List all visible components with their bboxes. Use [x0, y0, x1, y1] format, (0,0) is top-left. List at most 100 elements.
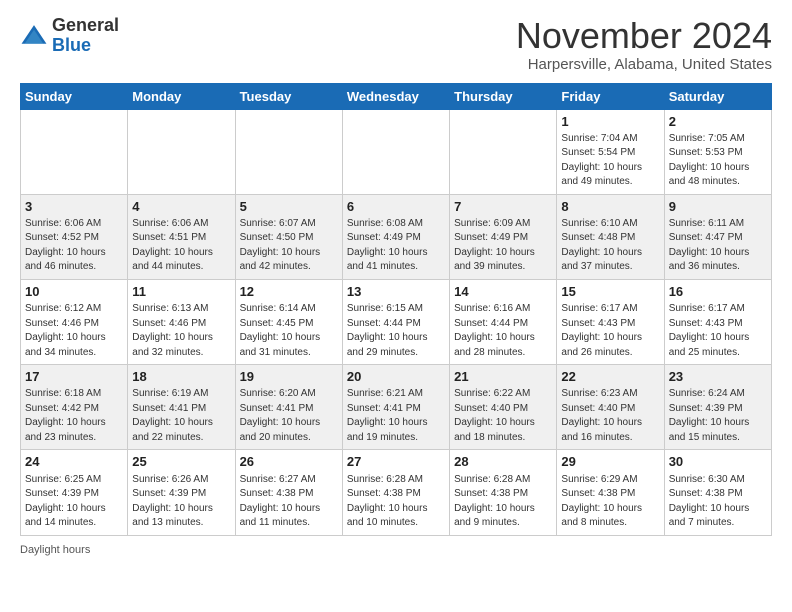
logo-text: General Blue [52, 16, 119, 56]
calendar-table: SundayMondayTuesdayWednesdayThursdayFrid… [20, 83, 772, 536]
calendar-cell: 19Sunrise: 6:20 AMSunset: 4:41 PMDayligh… [235, 365, 342, 450]
day-number: 21 [454, 368, 552, 386]
calendar-header-friday: Friday [557, 83, 664, 109]
day-number: 18 [132, 368, 230, 386]
calendar-cell: 25Sunrise: 6:26 AMSunset: 4:39 PMDayligh… [128, 450, 235, 535]
day-number: 13 [347, 283, 445, 301]
calendar-week-5: 24Sunrise: 6:25 AMSunset: 4:39 PMDayligh… [21, 450, 772, 535]
day-number: 9 [669, 198, 767, 216]
day-info: Sunrise: 6:19 AMSunset: 4:41 PMDaylight:… [132, 387, 230, 445]
calendar-header-tuesday: Tuesday [235, 83, 342, 109]
calendar-week-1: 1Sunrise: 7:04 AMSunset: 5:54 PMDaylight… [21, 109, 772, 194]
calendar-cell: 24Sunrise: 6:25 AMSunset: 4:39 PMDayligh… [21, 450, 128, 535]
calendar-week-2: 3Sunrise: 6:06 AMSunset: 4:52 PMDaylight… [21, 194, 772, 279]
calendar-cell: 30 Sunrise: 6:30 AMSunset: 4:38 PMDayligh… [664, 450, 771, 535]
calendar-cell: 6Sunrise: 6:08 AMSunset: 4:49 PMDaylight… [342, 194, 449, 279]
day-number: 19 [240, 368, 338, 386]
calendar-cell: 1Sunrise: 7:04 AMSunset: 5:54 PMDaylight… [557, 109, 664, 194]
calendar-cell: 9Sunrise: 6:11 AMSunset: 4:47 PMDaylight… [664, 194, 771, 279]
day-info: Sunrise: 6:22 AMSunset: 4:40 PMDaylight:… [454, 387, 552, 445]
day-info: Sunrise: 6:18 AMSunset: 4:42 PMDaylight:… [25, 387, 123, 445]
calendar-cell: 27 Sunrise: 6:28 AMSunset: 4:38 PMDayligh… [342, 450, 449, 535]
page-header: General Blue November 2024 Harpersville,… [20, 16, 772, 73]
day-number: 7 [454, 198, 552, 216]
logo-icon [20, 22, 48, 50]
day-number: 5 [240, 198, 338, 216]
calendar-cell: 5Sunrise: 6:07 AMSunset: 4:50 PMDaylight… [235, 194, 342, 279]
day-info: Sunrise: 6:26 AMSunset: 4:39 PMDaylight:… [132, 473, 230, 531]
calendar-cell: 16Sunrise: 6:17 AMSunset: 4:43 PMDayligh… [664, 279, 771, 364]
day-number: 1 [561, 113, 659, 131]
day-info: Sunrise: 6:29 AMSunset: 4:38 PMDaylight:… [561, 473, 659, 531]
calendar-cell: 28Sunrise: 6:28 AMSunset: 4:38 PMDayligh… [450, 450, 557, 535]
calendar-cell [21, 109, 128, 194]
day-number: 30 [669, 453, 767, 471]
calendar-cell: 8Sunrise: 6:10 AMSunset: 4:48 PMDaylight… [557, 194, 664, 279]
day-number: 2 [669, 113, 767, 131]
calendar-cell [450, 109, 557, 194]
day-info: Sunrise: 6:06 AMSunset: 4:51 PMDaylight:… [132, 217, 230, 275]
day-info: Sunrise: 6:28 AMSunset: 4:38 PMDaylight:… [347, 473, 445, 531]
calendar-cell: 7Sunrise: 6:09 AMSunset: 4:49 PMDaylight… [450, 194, 557, 279]
day-info: Sunrise: 6:17 AMSunset: 4:43 PMDaylight:… [669, 302, 767, 360]
day-info: Sunrise: 7:05 AMSunset: 5:53 PMDaylight:… [669, 132, 767, 190]
day-info: Sunrise: 6:23 AMSunset: 4:40 PMDaylight:… [561, 387, 659, 445]
day-number: 26 [240, 453, 338, 471]
day-info: Sunrise: 6:15 AMSunset: 4:44 PMDaylight:… [347, 302, 445, 360]
day-number: 28 [454, 453, 552, 471]
day-number: 3 [25, 198, 123, 216]
day-info: Sunrise: 6:09 AMSunset: 4:49 PMDaylight:… [454, 217, 552, 275]
calendar-header-monday: Monday [128, 83, 235, 109]
day-number: 27 [347, 453, 445, 471]
logo-general-text: General [52, 16, 119, 36]
calendar-cell: 20Sunrise: 6:21 AMSunset: 4:41 PMDayligh… [342, 365, 449, 450]
day-info: Sunrise: 6:11 AMSunset: 4:47 PMDaylight:… [669, 217, 767, 275]
day-number: 12 [240, 283, 338, 301]
calendar-week-3: 10Sunrise: 6:12 AMSunset: 4:46 PMDayligh… [21, 279, 772, 364]
calendar-cell [342, 109, 449, 194]
day-number: 15 [561, 283, 659, 301]
day-number: 22 [561, 368, 659, 386]
calendar-header-saturday: Saturday [664, 83, 771, 109]
day-number: 16 [669, 283, 767, 301]
location: Harpersville, Alabama, United States [516, 56, 772, 73]
day-info: Sunrise: 6:27 AMSunset: 4:38 PMDaylight:… [240, 473, 338, 531]
day-info: Sunrise: 6:13 AMSunset: 4:46 PMDaylight:… [132, 302, 230, 360]
calendar-cell: 12Sunrise: 6:14 AMSunset: 4:45 PMDayligh… [235, 279, 342, 364]
month-title: November 2024 [516, 16, 772, 56]
day-info: Sunrise: 6:12 AMSunset: 4:46 PMDaylight:… [25, 302, 123, 360]
day-number: 24 [25, 453, 123, 471]
calendar-cell: 2Sunrise: 7:05 AMSunset: 5:53 PMDaylight… [664, 109, 771, 194]
day-info: Sunrise: 6:07 AMSunset: 4:50 PMDaylight:… [240, 217, 338, 275]
logo-blue-text: Blue [52, 36, 119, 56]
day-info: Sunrise: 6:21 AMSunset: 4:41 PMDaylight:… [347, 387, 445, 445]
calendar-cell [235, 109, 342, 194]
day-info: Sunrise: 6:24 AMSunset: 4:39 PMDaylight:… [669, 387, 767, 445]
calendar-cell: 3Sunrise: 6:06 AMSunset: 4:52 PMDaylight… [21, 194, 128, 279]
day-number: 20 [347, 368, 445, 386]
calendar-cell: 14Sunrise: 6:16 AMSunset: 4:44 PMDayligh… [450, 279, 557, 364]
day-info: Sunrise: 6:14 AMSunset: 4:45 PMDaylight:… [240, 302, 338, 360]
day-number: 17 [25, 368, 123, 386]
calendar-cell: 21Sunrise: 6:22 AMSunset: 4:40 PMDayligh… [450, 365, 557, 450]
calendar-header-thursday: Thursday [450, 83, 557, 109]
day-number: 29 [561, 453, 659, 471]
calendar-cell: 15Sunrise: 6:17 AMSunset: 4:43 PMDayligh… [557, 279, 664, 364]
calendar-cell: 17Sunrise: 6:18 AMSunset: 4:42 PMDayligh… [21, 365, 128, 450]
day-number: 4 [132, 198, 230, 216]
calendar-cell: 22Sunrise: 6:23 AMSunset: 4:40 PMDayligh… [557, 365, 664, 450]
calendar-header-row: SundayMondayTuesdayWednesdayThursdayFrid… [21, 83, 772, 109]
calendar-cell: 23Sunrise: 6:24 AMSunset: 4:39 PMDayligh… [664, 365, 771, 450]
calendar-cell: 26 Sunrise: 6:27 AMSunset: 4:38 PMDayligh… [235, 450, 342, 535]
day-number: 23 [669, 368, 767, 386]
day-info: Sunrise: 6:30 AMSunset: 4:38 PMDaylight:… [669, 473, 767, 531]
logo: General Blue [20, 16, 119, 56]
calendar-header-sunday: Sunday [21, 83, 128, 109]
calendar-cell: 10Sunrise: 6:12 AMSunset: 4:46 PMDayligh… [21, 279, 128, 364]
day-number: 6 [347, 198, 445, 216]
day-info: Sunrise: 6:10 AMSunset: 4:48 PMDaylight:… [561, 217, 659, 275]
calendar-week-4: 17Sunrise: 6:18 AMSunset: 4:42 PMDayligh… [21, 365, 772, 450]
day-info: Sunrise: 6:08 AMSunset: 4:49 PMDaylight:… [347, 217, 445, 275]
calendar-cell: 18Sunrise: 6:19 AMSunset: 4:41 PMDayligh… [128, 365, 235, 450]
day-info: Sunrise: 7:04 AMSunset: 5:54 PMDaylight:… [561, 132, 659, 190]
